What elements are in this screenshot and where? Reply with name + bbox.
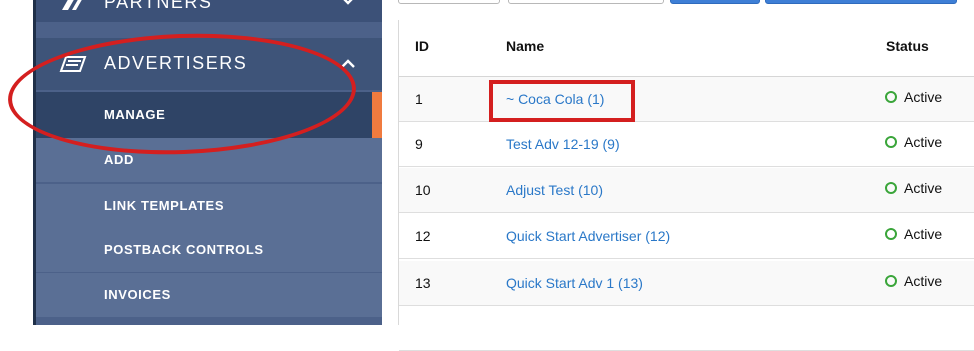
row-status: Active bbox=[885, 180, 942, 196]
sidebar-item-label: LINK TEMPLATES bbox=[104, 198, 225, 213]
row-name-link[interactable]: Test Adv 12-19 (9) bbox=[506, 136, 620, 152]
row-id: 12 bbox=[415, 228, 431, 244]
row-id: 1 bbox=[415, 91, 423, 107]
status-label: Active bbox=[904, 134, 943, 150]
row-id: 10 bbox=[415, 182, 431, 198]
status-circle-icon bbox=[885, 182, 897, 194]
row-id: 9 bbox=[415, 136, 423, 152]
sidebar-item-postback-controls[interactable]: POSTBACK CONTROLS bbox=[36, 228, 382, 272]
search-button[interactable] bbox=[670, 0, 760, 4]
status-circle-icon bbox=[885, 275, 897, 287]
table-row: 12 Quick Start Advertiser (12) Active bbox=[399, 214, 974, 259]
left-gutter bbox=[0, 0, 36, 325]
row-name-link[interactable]: Quick Start Advertiser (12) bbox=[506, 228, 670, 244]
row-status: Active bbox=[885, 134, 942, 150]
column-header-id[interactable]: ID bbox=[415, 38, 429, 54]
row-name-link[interactable]: Quick Start Adv 1 (13) bbox=[506, 275, 643, 291]
row-status: Active bbox=[885, 226, 942, 242]
sidebar-item-invoices[interactable]: INVOICES bbox=[36, 273, 382, 317]
status-circle-icon bbox=[885, 91, 897, 103]
table-row: 9 Test Adv 12-19 (9) Active bbox=[399, 122, 974, 167]
nav-partners[interactable]: PARTNERS bbox=[36, 0, 382, 22]
status-circle-icon bbox=[885, 228, 897, 240]
annotation-rectangle bbox=[489, 80, 635, 122]
row-name-link[interactable]: Adjust Test (10) bbox=[506, 182, 603, 198]
action-button[interactable] bbox=[765, 0, 957, 4]
row-id: 13 bbox=[415, 275, 431, 291]
chevron-down-icon[interactable] bbox=[340, 0, 356, 8]
search-input[interactable] bbox=[508, 0, 664, 4]
active-indicator bbox=[372, 92, 382, 138]
partners-icon bbox=[58, 0, 88, 14]
filter-select[interactable] bbox=[398, 0, 500, 4]
status-circle-icon bbox=[885, 136, 897, 148]
status-label: Active bbox=[904, 273, 943, 289]
column-header-status[interactable]: Status bbox=[886, 38, 929, 54]
sidebar-item-label: ADD bbox=[104, 152, 134, 167]
row-status: Active bbox=[885, 89, 942, 105]
nav-partners-label: PARTNERS bbox=[104, 0, 213, 12]
column-header-name[interactable]: Name bbox=[506, 38, 544, 54]
row-status: Active bbox=[885, 273, 942, 289]
table-row: 1 ~ Coca Cola (1) Active bbox=[399, 77, 974, 122]
status-label: Active bbox=[904, 89, 943, 105]
status-label: Active bbox=[904, 226, 943, 242]
status-label: Active bbox=[904, 180, 943, 196]
sidebar-item-label: POSTBACK CONTROLS bbox=[104, 242, 264, 257]
table-row-partial bbox=[399, 306, 974, 351]
table-row: 10 Adjust Test (10) Active bbox=[399, 168, 974, 213]
sidebar-item-label: INVOICES bbox=[104, 287, 171, 302]
sidebar-item-link-templates[interactable]: LINK TEMPLATES bbox=[36, 184, 382, 228]
table-row: 13 Quick Start Adv 1 (13) Active bbox=[399, 261, 974, 306]
